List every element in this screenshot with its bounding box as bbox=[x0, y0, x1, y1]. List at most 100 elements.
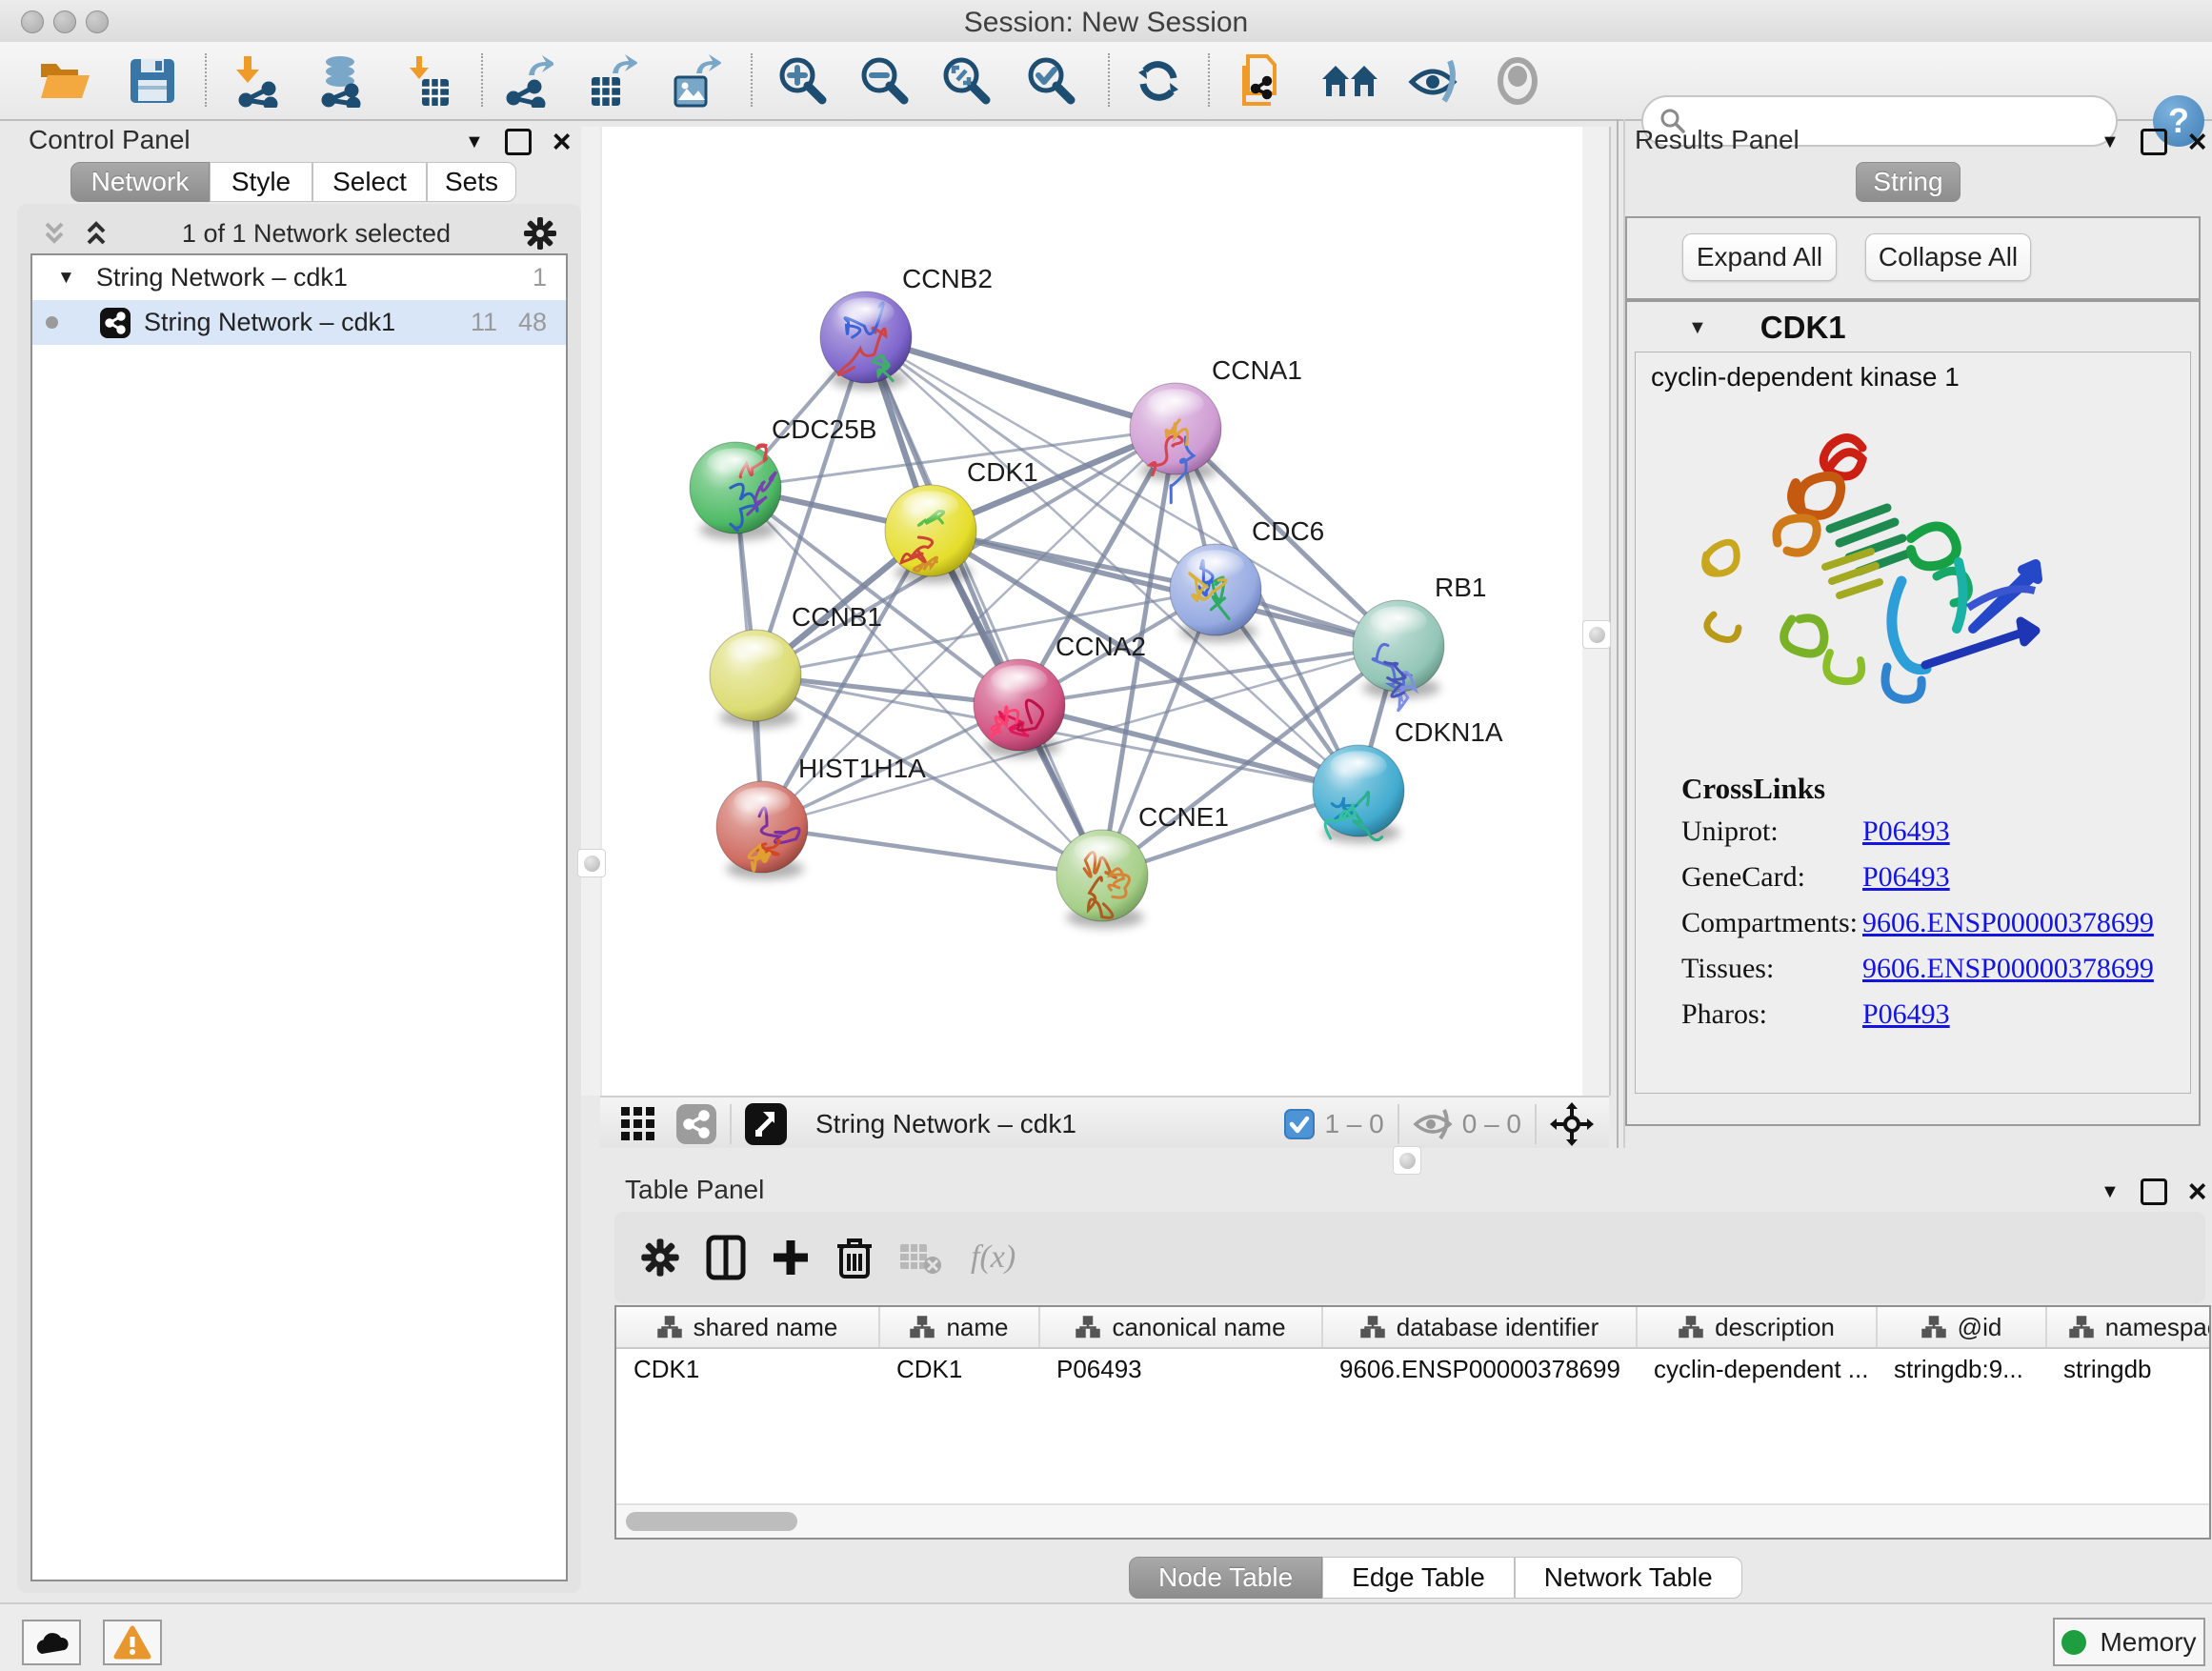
zoom-fit-icon[interactable] bbox=[936, 51, 997, 111]
panel-close-icon[interactable]: × bbox=[553, 131, 572, 152]
column-header[interactable]: database identifier bbox=[1322, 1307, 1637, 1348]
node-label: CCNB2 bbox=[902, 264, 993, 293]
table-row[interactable]: CDK1CDK1P064939606.ENSP00000378699cyclin… bbox=[616, 1348, 2211, 1389]
selected-checkbox[interactable] bbox=[1284, 1109, 1315, 1139]
network-collection-row[interactable]: ▼ String Network – cdk1 1 bbox=[32, 255, 566, 300]
zoom-selected-icon[interactable] bbox=[1021, 51, 1082, 111]
zoom-in-icon[interactable] bbox=[773, 51, 834, 111]
column-header[interactable]: name bbox=[879, 1307, 1039, 1348]
panel-float-icon[interactable] bbox=[2141, 1178, 2167, 1205]
memory-button[interactable]: Memory bbox=[2053, 1618, 2205, 1666]
column-header[interactable]: description bbox=[1637, 1307, 1877, 1348]
panel-menu-icon[interactable]: ▼ bbox=[2101, 131, 2120, 153]
column-header[interactable]: @id bbox=[1877, 1307, 2046, 1348]
network-canvas[interactable]: CCNB2CCNA1CDC25BCDK1CDC6RB1CCNB1CCNA2CDK… bbox=[602, 127, 1582, 1096]
panel-menu-icon[interactable]: ▼ bbox=[2101, 1181, 2120, 1203]
tab-edge-table[interactable]: Edge Table bbox=[1322, 1557, 1515, 1599]
show-all-icon[interactable] bbox=[1487, 51, 1548, 111]
horizontal-splitter-handle[interactable] bbox=[1393, 1146, 1421, 1175]
cloud-button[interactable] bbox=[22, 1620, 81, 1665]
tree-expand-icon[interactable]: ▼ bbox=[57, 268, 75, 289]
add-icon[interactable] bbox=[771, 1238, 811, 1278]
warning-button[interactable] bbox=[103, 1620, 162, 1665]
column-header[interactable]: canonical name bbox=[1039, 1307, 1322, 1348]
panel-float-icon[interactable] bbox=[2141, 129, 2167, 155]
crosslink-link[interactable]: 9606.ENSP00000378699 bbox=[1862, 907, 2154, 939]
expand-all-button[interactable]: Expand All bbox=[1682, 233, 1837, 281]
column-header[interactable]: namespace bbox=[2046, 1307, 2211, 1348]
share-network-icon[interactable] bbox=[676, 1104, 716, 1144]
import-network-database-icon[interactable] bbox=[310, 51, 371, 111]
crosslink-link[interactable]: P06493 bbox=[1862, 815, 1950, 848]
edge-count: 48 bbox=[518, 308, 547, 337]
network-list-header: 1 of 1 Network selected bbox=[27, 213, 572, 253]
warning-icon bbox=[113, 1625, 151, 1660]
open-session-icon[interactable] bbox=[34, 51, 95, 111]
maximize-icon[interactable] bbox=[745, 1103, 787, 1145]
export-network-icon[interactable] bbox=[496, 51, 557, 111]
panel-close-icon[interactable]: × bbox=[2188, 131, 2207, 152]
panel-float-icon[interactable] bbox=[505, 129, 532, 155]
right-splitter-handle[interactable] bbox=[1582, 620, 1611, 649]
toolbar-separator bbox=[1108, 53, 1110, 107]
gear-icon[interactable] bbox=[639, 1237, 681, 1278]
entry-name: CDK1 bbox=[1760, 310, 1846, 346]
crosslink-label: GeneCard: bbox=[1681, 861, 1862, 894]
export-table-icon[interactable] bbox=[580, 51, 641, 111]
copy-network-icon[interactable] bbox=[1231, 51, 1292, 111]
node-gloss bbox=[991, 665, 1048, 695]
refresh-icon[interactable] bbox=[1128, 51, 1189, 111]
network-panel-body: 1 of 1 Network selected ▼ String Network… bbox=[17, 204, 581, 1593]
title-bar: Session: New Session bbox=[0, 0, 2212, 42]
entry-collapse-icon[interactable]: ▼ bbox=[1688, 317, 1707, 339]
table-cell: 9606.ENSP00000378699 bbox=[1322, 1348, 1637, 1389]
crosslink-link[interactable]: 9606.ENSP00000378699 bbox=[1862, 953, 2154, 985]
hidden-eye-slash-icon[interactable] bbox=[1413, 1108, 1453, 1140]
export-image-icon[interactable] bbox=[664, 51, 725, 111]
collapse-all-icon[interactable] bbox=[40, 219, 69, 248]
tab-network-table[interactable]: Network Table bbox=[1515, 1557, 1742, 1599]
left-splitter[interactable] bbox=[581, 127, 600, 1096]
import-network-file-icon[interactable] bbox=[227, 51, 288, 111]
network-edge[interactable] bbox=[866, 337, 1176, 429]
node-gloss bbox=[1074, 836, 1131, 865]
table-horizontal-scrollbar[interactable] bbox=[616, 1503, 2209, 1538]
network-edge[interactable] bbox=[866, 337, 1102, 876]
network-row-selected[interactable]: String Network – cdk1 11 48 bbox=[32, 300, 566, 345]
node-label: CCNB1 bbox=[792, 602, 882, 632]
houses-icon[interactable] bbox=[1319, 51, 1380, 111]
results-entry-header[interactable]: ▼ CDK1 bbox=[1627, 310, 2199, 346]
columns-icon[interactable] bbox=[706, 1235, 746, 1280]
crosslink-link[interactable]: P06493 bbox=[1862, 998, 1950, 1031]
tab-network[interactable]: Network bbox=[70, 162, 210, 202]
collapse-all-button[interactable]: Collapse All bbox=[1865, 233, 2031, 281]
network-collection-label: String Network – cdk1 bbox=[96, 263, 348, 292]
hide-selected-icon[interactable] bbox=[1405, 51, 1466, 111]
tab-select[interactable]: Select bbox=[312, 162, 427, 202]
gear-icon[interactable] bbox=[522, 215, 558, 252]
grid-icon[interactable] bbox=[619, 1105, 657, 1143]
import-table-icon[interactable] bbox=[395, 51, 456, 111]
table-cell: CDK1 bbox=[616, 1348, 879, 1389]
panel-menu-icon[interactable]: ▼ bbox=[465, 131, 484, 153]
entry-description: cyclin-dependent kinase 1 bbox=[1651, 362, 1960, 393]
tab-node-table[interactable]: Node Table bbox=[1129, 1557, 1322, 1599]
tab-sets[interactable]: Sets bbox=[427, 162, 516, 202]
node-label: CCNE1 bbox=[1138, 802, 1229, 832]
column-header-label: description bbox=[1715, 1313, 1835, 1342]
tab-string[interactable]: String bbox=[1856, 162, 1961, 202]
left-splitter-handle[interactable] bbox=[577, 849, 606, 877]
save-session-icon[interactable] bbox=[122, 51, 183, 111]
scrollbar-thumb[interactable] bbox=[626, 1512, 797, 1531]
panel-close-icon[interactable]: × bbox=[2188, 1181, 2207, 1202]
network-edge[interactable] bbox=[762, 827, 1102, 876]
results-panel-title: Results Panel bbox=[1635, 125, 1800, 155]
zoom-out-icon[interactable] bbox=[855, 51, 915, 111]
right-splitter[interactable] bbox=[1582, 127, 1611, 1096]
tab-style[interactable]: Style bbox=[210, 162, 312, 202]
expand-all-icon[interactable] bbox=[82, 219, 111, 248]
column-header[interactable]: shared name bbox=[616, 1307, 879, 1348]
crosslink-link[interactable]: P06493 bbox=[1862, 861, 1950, 894]
navigator-crosshair-icon[interactable] bbox=[1550, 1102, 1594, 1146]
delete-icon[interactable] bbox=[835, 1235, 874, 1280]
